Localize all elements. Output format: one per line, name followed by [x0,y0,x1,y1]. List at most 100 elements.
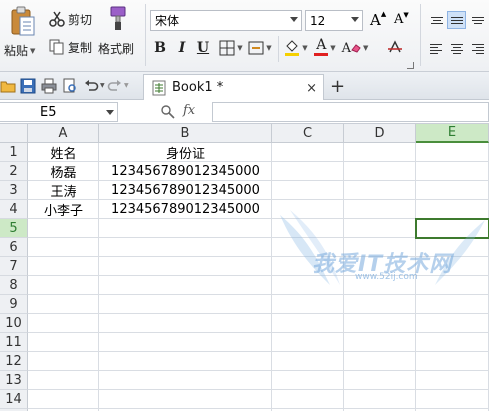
row-header-9[interactable]: 9 [0,295,28,314]
tab-book1[interactable]: Book1 * × [143,74,324,100]
formula-input[interactable] [212,102,489,122]
format-painter-button[interactable]: 格式刷 [98,4,140,64]
print-icon[interactable] [41,78,57,94]
grid-cell[interactable] [344,200,416,219]
grid-cell[interactable] [344,352,416,371]
grid-cell[interactable] [344,143,416,162]
paste-button[interactable]: 粘贴 ▼ [2,2,42,64]
row-header-4[interactable]: 4 [0,200,28,219]
grid-cell[interactable] [416,181,489,200]
italic-button[interactable]: I [172,38,192,58]
close-icon[interactable]: × [306,81,317,96]
select-all-corner[interactable] [0,124,28,143]
cell-a2[interactable]: 杨磊 [28,162,99,181]
underline-button[interactable]: U [193,38,213,58]
grid-cell[interactable] [28,276,99,295]
grid-cell[interactable] [28,257,99,276]
grid-cell[interactable] [272,295,344,314]
cell-b1[interactable]: 身份证 [99,143,272,162]
shrink-font-button[interactable]: A ▼ [394,11,409,28]
grid-cell[interactable] [28,333,99,352]
grid-cell[interactable] [416,352,489,371]
column-header-a[interactable]: A [28,124,99,143]
row-header-7[interactable]: 7 [0,257,28,276]
align-bottom-button[interactable] [468,11,487,29]
grid-cell[interactable] [416,143,489,162]
grid-cell[interactable] [416,162,489,181]
row-header-11[interactable]: 11 [0,333,28,352]
undo-icon[interactable] [83,78,99,94]
grid-cell[interactable] [272,143,344,162]
cell-a1[interactable]: 姓名 [28,143,99,162]
cut-button[interactable]: 剪切 [48,10,92,28]
row-header-12[interactable]: 12 [0,352,28,371]
grid-cell[interactable] [272,390,344,409]
grid-cell[interactable] [99,276,272,295]
cell-b3[interactable]: 123456789012345000 [99,181,272,200]
grid-cell[interactable] [344,295,416,314]
bold-button[interactable]: B [150,38,170,58]
grid-cell[interactable] [28,390,99,409]
row-header-1[interactable]: 1 [0,143,28,162]
grid-cell[interactable] [416,333,489,352]
grid-cell[interactable] [344,371,416,390]
row-header-10[interactable]: 10 [0,314,28,333]
grid-cell[interactable] [28,219,99,238]
grid-cell[interactable] [99,219,272,238]
grid-cell[interactable] [99,314,272,333]
grid-cell[interactable] [99,371,272,390]
new-tab-button[interactable]: + [330,76,345,97]
name-box[interactable]: E5 [0,102,118,122]
grow-font-button[interactable]: A ▲ [370,10,386,29]
grid-cell[interactable] [28,371,99,390]
grid-cell[interactable] [344,333,416,352]
borders-button[interactable]: ▼ [217,38,245,58]
grid-cell[interactable] [272,333,344,352]
grid-cell[interactable] [272,276,344,295]
grid-cell[interactable] [344,162,416,181]
row-header-5[interactable]: 5 [0,219,28,238]
grid-cell[interactable] [416,295,489,314]
zoom-icon[interactable] [160,104,176,120]
row-header-13[interactable]: 13 [0,371,28,390]
grid-cell[interactable] [99,352,272,371]
grid-cell[interactable] [272,219,344,238]
align-top-button[interactable] [427,11,446,29]
grid-cell[interactable] [28,314,99,333]
row-header-6[interactable]: 6 [0,238,28,257]
font-size-dropdown[interactable]: 12 [305,10,363,31]
align-left-button[interactable] [427,40,446,58]
print-preview-icon[interactable] [62,78,78,94]
cell-b2[interactable]: 123456789012345000 [99,162,272,181]
row-header-8[interactable]: 8 [0,276,28,295]
grid-cell[interactable] [416,200,489,219]
grid-cell[interactable] [28,352,99,371]
font-dialog-launcher[interactable] [407,62,414,69]
redo-dropdown-icon[interactable]: ▼ [124,82,129,89]
save-icon[interactable] [20,78,36,94]
grid-cell[interactable] [344,219,416,238]
column-header-b[interactable]: B [99,124,272,143]
open-folder-icon[interactable] [0,78,16,94]
grid-cell[interactable] [272,314,344,333]
column-header-c[interactable]: C [272,124,344,143]
grid-cell[interactable] [28,295,99,314]
align-middle-button[interactable] [447,11,466,29]
cell-b4[interactable]: 123456789012345000 [99,200,272,219]
row-header-2[interactable]: 2 [0,162,28,181]
grid-cell[interactable] [416,314,489,333]
align-center-button[interactable] [447,40,466,58]
grid-cell[interactable] [99,295,272,314]
grid-cell[interactable] [416,371,489,390]
grid-cell[interactable] [344,390,416,409]
merge-cells-button[interactable]: ▼ [246,38,274,58]
strikethrough-button[interactable] [386,38,404,58]
align-right-button[interactable] [468,40,487,58]
column-header-e[interactable]: E [416,124,489,143]
redo-icon[interactable] [107,78,123,94]
cell-a3[interactable]: 王涛 [28,181,99,200]
grid-cell[interactable] [272,200,344,219]
insert-function-button[interactable]: fx [183,103,195,118]
grid-cell[interactable] [416,390,489,409]
undo-dropdown-icon[interactable]: ▼ [100,82,105,89]
